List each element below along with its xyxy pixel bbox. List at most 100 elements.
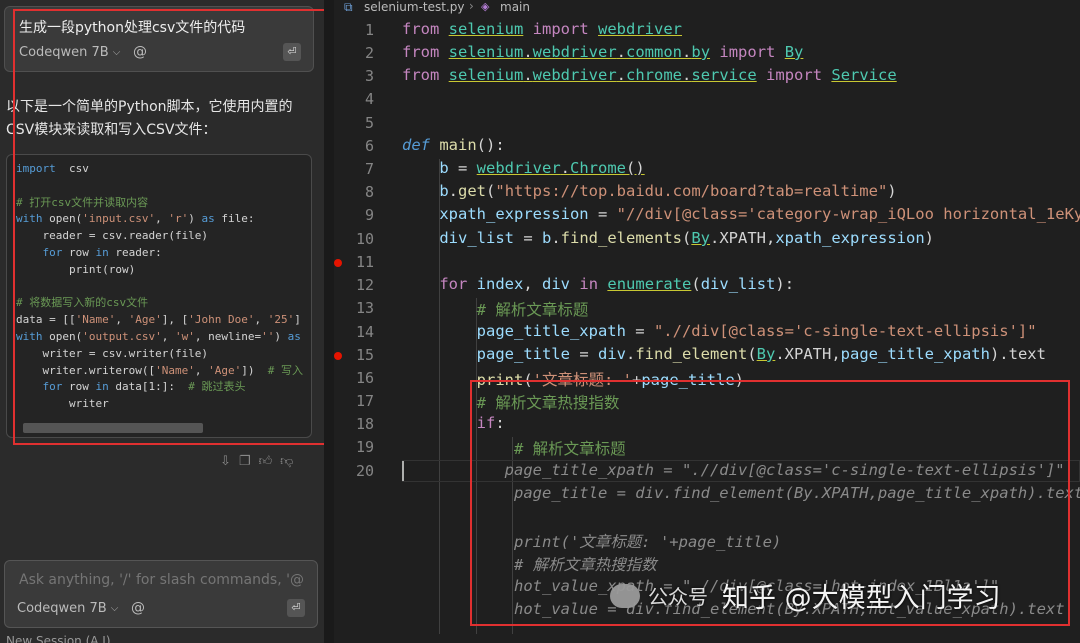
code-token: div <box>542 275 571 293</box>
code-line[interactable]: print('文章标题: '+page_title) <box>402 530 781 552</box>
code-line[interactable]: # 解析文章标题 <box>402 437 626 459</box>
code-line[interactable]: from selenium import webdriver <box>402 20 682 38</box>
code-token: selenium <box>448 43 524 61</box>
code-token: for <box>439 275 468 293</box>
code-snippet: import csv # 打开csv文件并读取内容 with open('inp… <box>16 161 303 413</box>
code-token: import <box>719 43 776 61</box>
line-number[interactable]: 17 <box>334 392 374 410</box>
code-line[interactable]: page_title = div.find_element(By.XPATH,p… <box>402 484 1080 502</box>
code-line[interactable]: div_list = b.find_elements(By.XPATH,xpat… <box>402 229 934 247</box>
line-number[interactable]: 7 <box>334 160 374 178</box>
thumbs-up-icon[interactable]: 👍︎ <box>259 454 273 469</box>
model-selector-bottom[interactable]: Codeqwen 7B ⌵ <box>17 601 118 616</box>
code-line[interactable]: print('文章标题: '+page_title) <box>402 368 744 390</box>
line-number[interactable]: 18 <box>334 415 374 433</box>
code-token: '25' <box>267 313 295 327</box>
line-number[interactable]: 13 <box>334 299 374 317</box>
code-token: () <box>626 159 645 177</box>
code-line[interactable]: # 解析文章热搜指数 <box>402 391 620 413</box>
line-number[interactable]: 9 <box>334 206 374 224</box>
code-token: data[1:]: <box>108 380 189 394</box>
code-line[interactable]: page_title = div.find_element(By.XPATH,p… <box>402 345 1046 363</box>
code-line[interactable]: # 解析文章标题 <box>402 298 589 320</box>
watermark-account: 公众号 <box>648 585 708 609</box>
line-number[interactable]: 6 <box>334 137 374 155</box>
assistant-code-block[interactable]: import csv # 打开csv文件并读取内容 with open('inp… <box>6 154 312 438</box>
code-line[interactable]: # 解析文章热搜指数 <box>402 553 657 575</box>
user-prompt-card[interactable]: 生成一段python处理csv文件的代码 Codeqwen 7B ⌵ @ ⏎ <box>4 6 314 72</box>
panel-divider[interactable] <box>324 0 334 643</box>
line-number[interactable]: 5 <box>334 114 374 132</box>
breadcrumb-function[interactable]: main <box>500 0 530 14</box>
code-token: webdriver <box>598 20 683 38</box>
chat-panel: 生成一段python处理csv文件的代码 Codeqwen 7B ⌵ @ ⏎ 以… <box>0 0 324 643</box>
code-line[interactable]: page_title_xpath = ".//div[@class='c-sin… <box>402 461 1065 479</box>
code-token: = <box>569 345 598 363</box>
code-token: , <box>161 329 175 343</box>
code-token: div_list <box>439 229 514 247</box>
code-token: ( <box>747 345 757 363</box>
code-line[interactable]: b = webdriver.Chrome() <box>402 159 645 177</box>
code-line[interactable]: xpath_expression = "//div[@class='catego… <box>402 205 1080 223</box>
model-selector[interactable]: Codeqwen 7B ⌵ <box>19 45 120 60</box>
chevron-down-icon: ⌵ <box>112 47 121 58</box>
enter-icon[interactable]: ⏎ <box>283 43 301 61</box>
code-editor[interactable]: ⧉ selenium-test.py › ◈ main 1 from seleni… <box>334 0 1080 643</box>
line-number[interactable]: 2 <box>334 44 374 62</box>
mention-at-icon[interactable]: @ <box>133 44 147 60</box>
code-token: get <box>458 182 487 200</box>
code-token: + <box>632 371 642 389</box>
code-token: .XPATH, <box>775 345 841 363</box>
code-token: as <box>201 212 215 226</box>
code-line[interactable]: from selenium.webdriver.common.by import… <box>402 43 803 61</box>
line-number[interactable]: 14 <box>334 323 374 341</box>
ask-input[interactable] <box>17 571 313 589</box>
code-token: 'w' <box>174 329 195 343</box>
code-token: page_title = div.find_element(By.XPATH,p… <box>513 484 1080 502</box>
line-number[interactable]: 20 <box>334 462 374 480</box>
line-number[interactable]: 10 <box>334 230 374 248</box>
line-number[interactable]: 4 <box>334 90 374 108</box>
thumbs-down-icon[interactable]: 👎︎ <box>280 454 293 469</box>
code-token: writer.writerow([ <box>16 363 156 377</box>
line-number[interactable]: 8 <box>334 183 374 201</box>
code-line[interactable]: for index, div in enumerate(div_list): <box>402 275 794 293</box>
breakpoint-line-15[interactable] <box>334 352 342 360</box>
code-token: Service <box>831 66 897 84</box>
code-token: from <box>402 43 440 61</box>
code-token: "//div[@class='category-wrap_iQLoo horiz… <box>616 205 1080 223</box>
breadcrumb-file[interactable]: selenium-test.py <box>364 0 465 14</box>
code-line[interactable]: if: <box>402 414 505 432</box>
horizontal-scrollbar[interactable] <box>23 423 203 433</box>
copy-icon[interactable]: ❐ <box>239 454 251 469</box>
enter-icon[interactable]: ⏎ <box>287 599 305 617</box>
code-token: By <box>784 43 804 61</box>
code-token: with <box>16 329 43 343</box>
code-token: . <box>448 182 459 200</box>
line-number[interactable]: 19 <box>334 438 374 456</box>
new-session-link[interactable]: New Session (A I) <box>6 634 111 643</box>
line-number[interactable]: 1 <box>334 21 374 39</box>
line-number[interactable]: 12 <box>334 276 374 294</box>
mention-at-icon[interactable]: @ <box>131 600 145 616</box>
code-token: ) <box>924 229 934 247</box>
code-token: with <box>16 212 43 226</box>
code-token: # 打开csv文件并读取内容 <box>16 195 149 209</box>
insert-code-icon[interactable]: ⇩ <box>220 454 231 469</box>
code-token: writer <box>16 397 109 411</box>
code-token: = <box>588 205 617 223</box>
code-line[interactable]: page_title_xpath = ".//div[@class='c-sin… <box>402 322 1037 340</box>
line-number[interactable]: 3 <box>334 67 374 85</box>
line-number[interactable]: 16 <box>334 369 374 387</box>
code-token: page_title_xpath = ".//div[@class='c-sin… <box>504 461 1065 479</box>
code-line[interactable]: from selenium.webdriver.chrome.service i… <box>402 66 897 84</box>
breakpoint-line-11[interactable] <box>334 259 342 267</box>
code-line[interactable]: def main(): <box>402 136 505 154</box>
code-token: "https://top.baidu.com/board?tab=realtim… <box>495 182 888 200</box>
code-line[interactable]: b.get("https://top.baidu.com/board?tab=r… <box>402 182 896 200</box>
